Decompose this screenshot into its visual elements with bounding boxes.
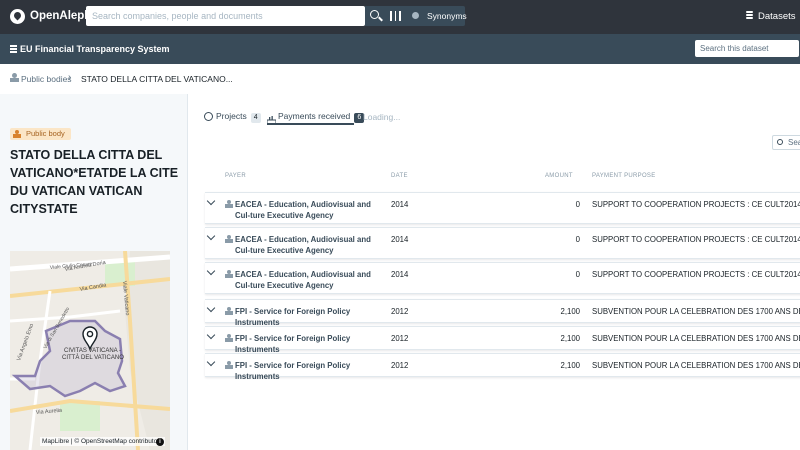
tab-projects[interactable]: Projects 4	[216, 111, 261, 123]
payment-date: 2014	[391, 235, 409, 244]
search-icon[interactable]	[365, 6, 385, 26]
public-body-icon	[10, 73, 19, 82]
payer-link[interactable]: EACEA - Education, Audiovisual and Cul-t…	[235, 269, 377, 291]
table-row[interactable]: FPI - Service for Foreign Policy Instrum…	[205, 299, 800, 327]
public-body-icon	[225, 334, 233, 342]
info-icon[interactable]: i	[156, 438, 164, 446]
chevron-down-icon[interactable]	[206, 231, 216, 241]
payer-link[interactable]: FPI - Service for Foreign Policy Instrum…	[235, 306, 395, 328]
breadcrumb-current: STATO DELLA CITTA DEL VATICANO...	[81, 74, 233, 84]
tab-projects-count: 4	[250, 113, 261, 123]
public-body-icon	[225, 235, 233, 243]
dataset-title[interactable]: EU Financial Transparency System	[20, 44, 170, 54]
chevron-down-icon[interactable]	[206, 303, 216, 313]
tab-payments-received[interactable]: Payments received 6	[278, 111, 365, 123]
active-tab-indicator	[267, 123, 354, 125]
public-body-icon	[225, 307, 233, 315]
map-place-label: CIVITAS VATICANA -	[64, 348, 122, 354]
payment-purpose: SUPPORT TO COOPERATION PROJECTS : CE CUL…	[592, 270, 800, 279]
tab-projects-label: Projects	[216, 111, 247, 121]
public-body-icon	[13, 130, 21, 138]
payer-link[interactable]: EACEA - Education, Audiovisual and Cul-t…	[235, 234, 377, 256]
chevron-down-icon[interactable]	[206, 196, 216, 206]
synonyms-label: Synonyms	[427, 11, 467, 21]
breadcrumb-chevron-icon: ›	[68, 72, 72, 83]
table-row[interactable]: FPI - Service for Foreign Policy Instrum…	[205, 353, 800, 381]
payment-purpose: SUBVENTION POUR LA CELEBRATION DES 1700 …	[592, 334, 800, 343]
dataset-header: EU Financial Transparency System	[0, 34, 800, 64]
payment-date: 2014	[391, 270, 409, 279]
payment-icon	[266, 112, 277, 126]
public-body-icon	[225, 361, 233, 369]
datasets-link[interactable]: Datasets	[758, 11, 796, 22]
brand-name[interactable]: OpenAleph	[30, 10, 91, 22]
payment-amount: 0	[575, 200, 580, 209]
payment-amount: 0	[575, 270, 580, 279]
map-place-label: CITTÀ DEL VATICANO	[62, 355, 124, 361]
column-header-date[interactable]: DATE	[391, 173, 408, 179]
database-icon	[10, 45, 17, 54]
table-row[interactable]: EACEA - Education, Audiovisual and Cul-t…	[205, 262, 800, 294]
database-icon	[746, 11, 753, 21]
tab-payments-label: Payments received	[278, 111, 351, 121]
table-row[interactable]: EACEA - Education, Audiovisual and Cul-t…	[205, 227, 800, 259]
map-attribution[interactable]: MapLibre | © OpenStreetMap contributors	[40, 437, 165, 446]
public-body-icon	[225, 270, 233, 278]
payment-amount: 2,100	[560, 361, 580, 370]
payer-link[interactable]: EACEA - Education, Audiovisual and Cul-t…	[235, 199, 377, 221]
payment-date: 2012	[391, 361, 409, 370]
entity-title: STATO DELLA CITTA DEL VATICANO*ETATDE LA…	[10, 148, 179, 216]
table-search-input[interactable]: Sea	[772, 135, 800, 150]
payer-link[interactable]: FPI - Service for Foreign Policy Instrum…	[235, 333, 395, 355]
table-row[interactable]: FPI - Service for Foreign Policy Instrum…	[205, 326, 800, 354]
global-search-input[interactable]	[86, 6, 365, 26]
chevron-down-icon[interactable]	[206, 266, 216, 276]
payment-date: 2012	[391, 334, 409, 343]
payment-amount: 2,100	[560, 334, 580, 343]
payment-purpose: SUBVENTION POUR LA CELEBRATION DES 1700 …	[592, 361, 800, 370]
chevron-down-icon[interactable]	[206, 330, 216, 340]
payment-purpose: SUPPORT TO COOPERATION PROJECTS : CE CUL…	[592, 200, 800, 209]
payment-purpose: SUBVENTION POUR LA CELEBRATION DES 1700 …	[592, 307, 800, 316]
table-row[interactable]: EACEA - Education, Audiovisual and Cul-t…	[205, 192, 800, 224]
loading-indicator: Loading...	[363, 112, 401, 122]
breadcrumb-public-bodies[interactable]: Public bodies	[21, 74, 72, 84]
column-header-payer[interactable]: PAYER	[225, 173, 246, 179]
column-header-amount[interactable]: AMOUNT	[545, 173, 573, 179]
toggle-switch-icon	[412, 12, 419, 19]
table-search-label: Sea	[788, 138, 800, 147]
sliders-icon[interactable]	[385, 6, 405, 26]
info-icon	[204, 112, 213, 121]
search-icon	[777, 139, 783, 145]
panel-divider	[187, 94, 188, 450]
dataset-search-input[interactable]	[695, 40, 799, 57]
payment-amount: 0	[575, 235, 580, 244]
column-header-purpose[interactable]: PAYMENT PURPOSE	[592, 173, 656, 179]
payment-date: 2014	[391, 200, 409, 209]
payment-amount: 2,100	[560, 307, 580, 316]
top-navbar: OpenAleph Synonyms Datasets	[0, 0, 800, 34]
payer-link[interactable]: FPI - Service for Foreign Policy Instrum…	[235, 360, 395, 382]
openaleph-logo-icon[interactable]	[10, 9, 25, 24]
synonyms-toggle[interactable]: Synonyms	[405, 6, 467, 26]
public-body-icon	[225, 200, 233, 208]
payment-purpose: SUPPORT TO COOPERATION PROJECTS : CE CUL…	[592, 235, 800, 244]
payment-date: 2012	[391, 307, 409, 316]
chevron-down-icon[interactable]	[206, 357, 216, 367]
